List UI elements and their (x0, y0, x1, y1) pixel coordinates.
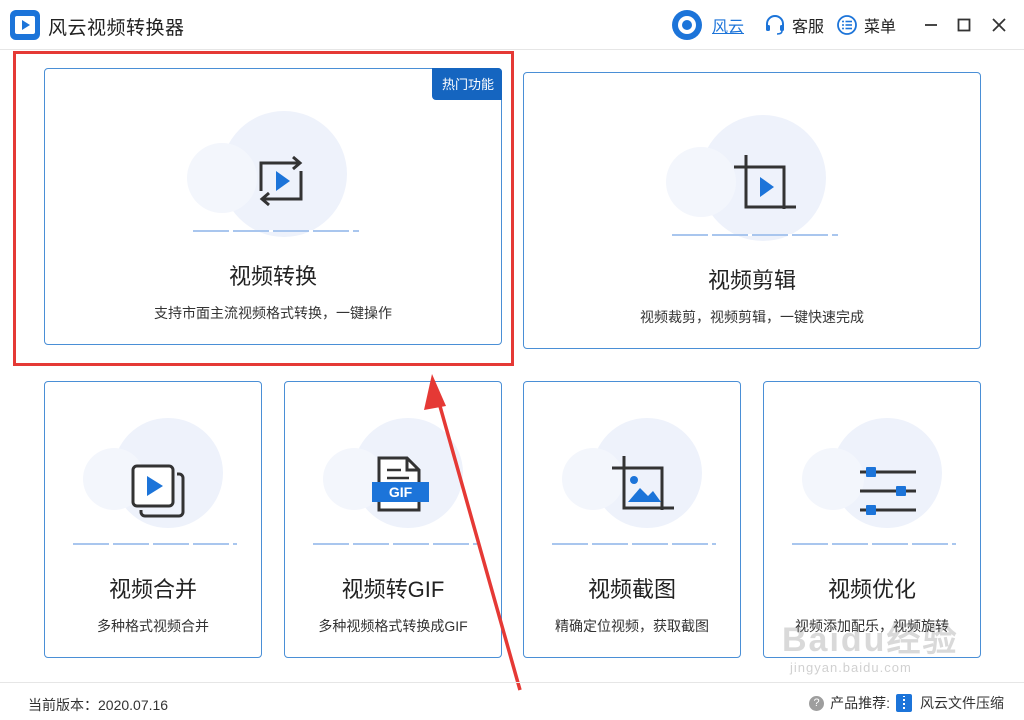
customer-service-button[interactable]: 客服 (764, 12, 824, 38)
app-logo-icon (10, 10, 40, 40)
status-footer: 当前版本：2020.07.16 ? 产品推荐: 风云文件压缩 (0, 682, 1024, 720)
decorative-dash-line (672, 234, 838, 236)
menu-button[interactable]: 菜单 (836, 12, 896, 38)
stacked-play-icon (131, 464, 185, 518)
fengyun-link[interactable]: 风云 (672, 10, 745, 40)
video-screenshot-title: 视频截图 (587, 577, 676, 602)
video-merge-card[interactable]: 视频合并 多种格式视频合并 (44, 381, 262, 658)
gif-icon-text: GIF (389, 484, 413, 500)
video-edit-card[interactable]: 视频剪辑 视频裁剪，视频剪辑，一键快速完成 (523, 72, 981, 349)
sliders-icon (860, 467, 916, 515)
decorative-blob (666, 147, 736, 217)
watermark: Baidu经验 (782, 621, 959, 659)
decorative-dash-line (792, 543, 956, 545)
video-merge-title: 视频合并 (108, 577, 197, 602)
maximize-icon[interactable] (953, 14, 975, 36)
title-bar: 风云视频转换器 风云 客服 菜单 (0, 0, 1024, 50)
menu-label: 菜单 (864, 19, 897, 36)
fengyun-logo-icon (672, 10, 702, 40)
video-edit-title: 视频剪辑 (707, 268, 796, 293)
recommend-label: 产品推荐: (830, 695, 890, 711)
video-screenshot-card[interactable]: 视频截图 精确定位视频，获取截图 (523, 381, 741, 658)
decorative-blob (802, 448, 864, 510)
close-icon[interactable] (988, 14, 1010, 36)
recommend-product-link[interactable]: 风云文件压缩 (920, 693, 1004, 713)
crop-play-icon (734, 155, 796, 209)
video-screenshot-desc: 精确定位视频，获取截图 (555, 618, 709, 634)
decorative-dash-line (552, 543, 716, 545)
customer-service-label: 客服 (792, 19, 825, 36)
product-recommendation[interactable]: ? 产品推荐: 风云文件压缩 (809, 693, 1004, 713)
watermark-sub: jingyan.baidu.com (790, 660, 912, 675)
headset-icon (766, 15, 784, 35)
annotation-arrow-icon (424, 374, 522, 691)
version-text: 当前版本：2020.07.16 (28, 697, 169, 713)
video-optimize-title: 视频优化 (827, 577, 916, 602)
crop-image-icon (612, 456, 674, 510)
video-edit-desc: 视频裁剪，视频剪辑，一键快速完成 (640, 309, 864, 325)
video-merge-desc: 多种格式视频合并 (97, 618, 209, 634)
minimize-icon[interactable] (920, 14, 942, 36)
zip-file-icon (896, 694, 912, 712)
decorative-dash-line (73, 543, 237, 545)
menu-list-icon (837, 15, 857, 35)
question-icon[interactable]: ? (809, 695, 825, 711)
highlight-box (13, 51, 514, 366)
app-title: 风云视频转换器 (48, 18, 185, 39)
fengyun-label: 风云 (712, 19, 745, 36)
